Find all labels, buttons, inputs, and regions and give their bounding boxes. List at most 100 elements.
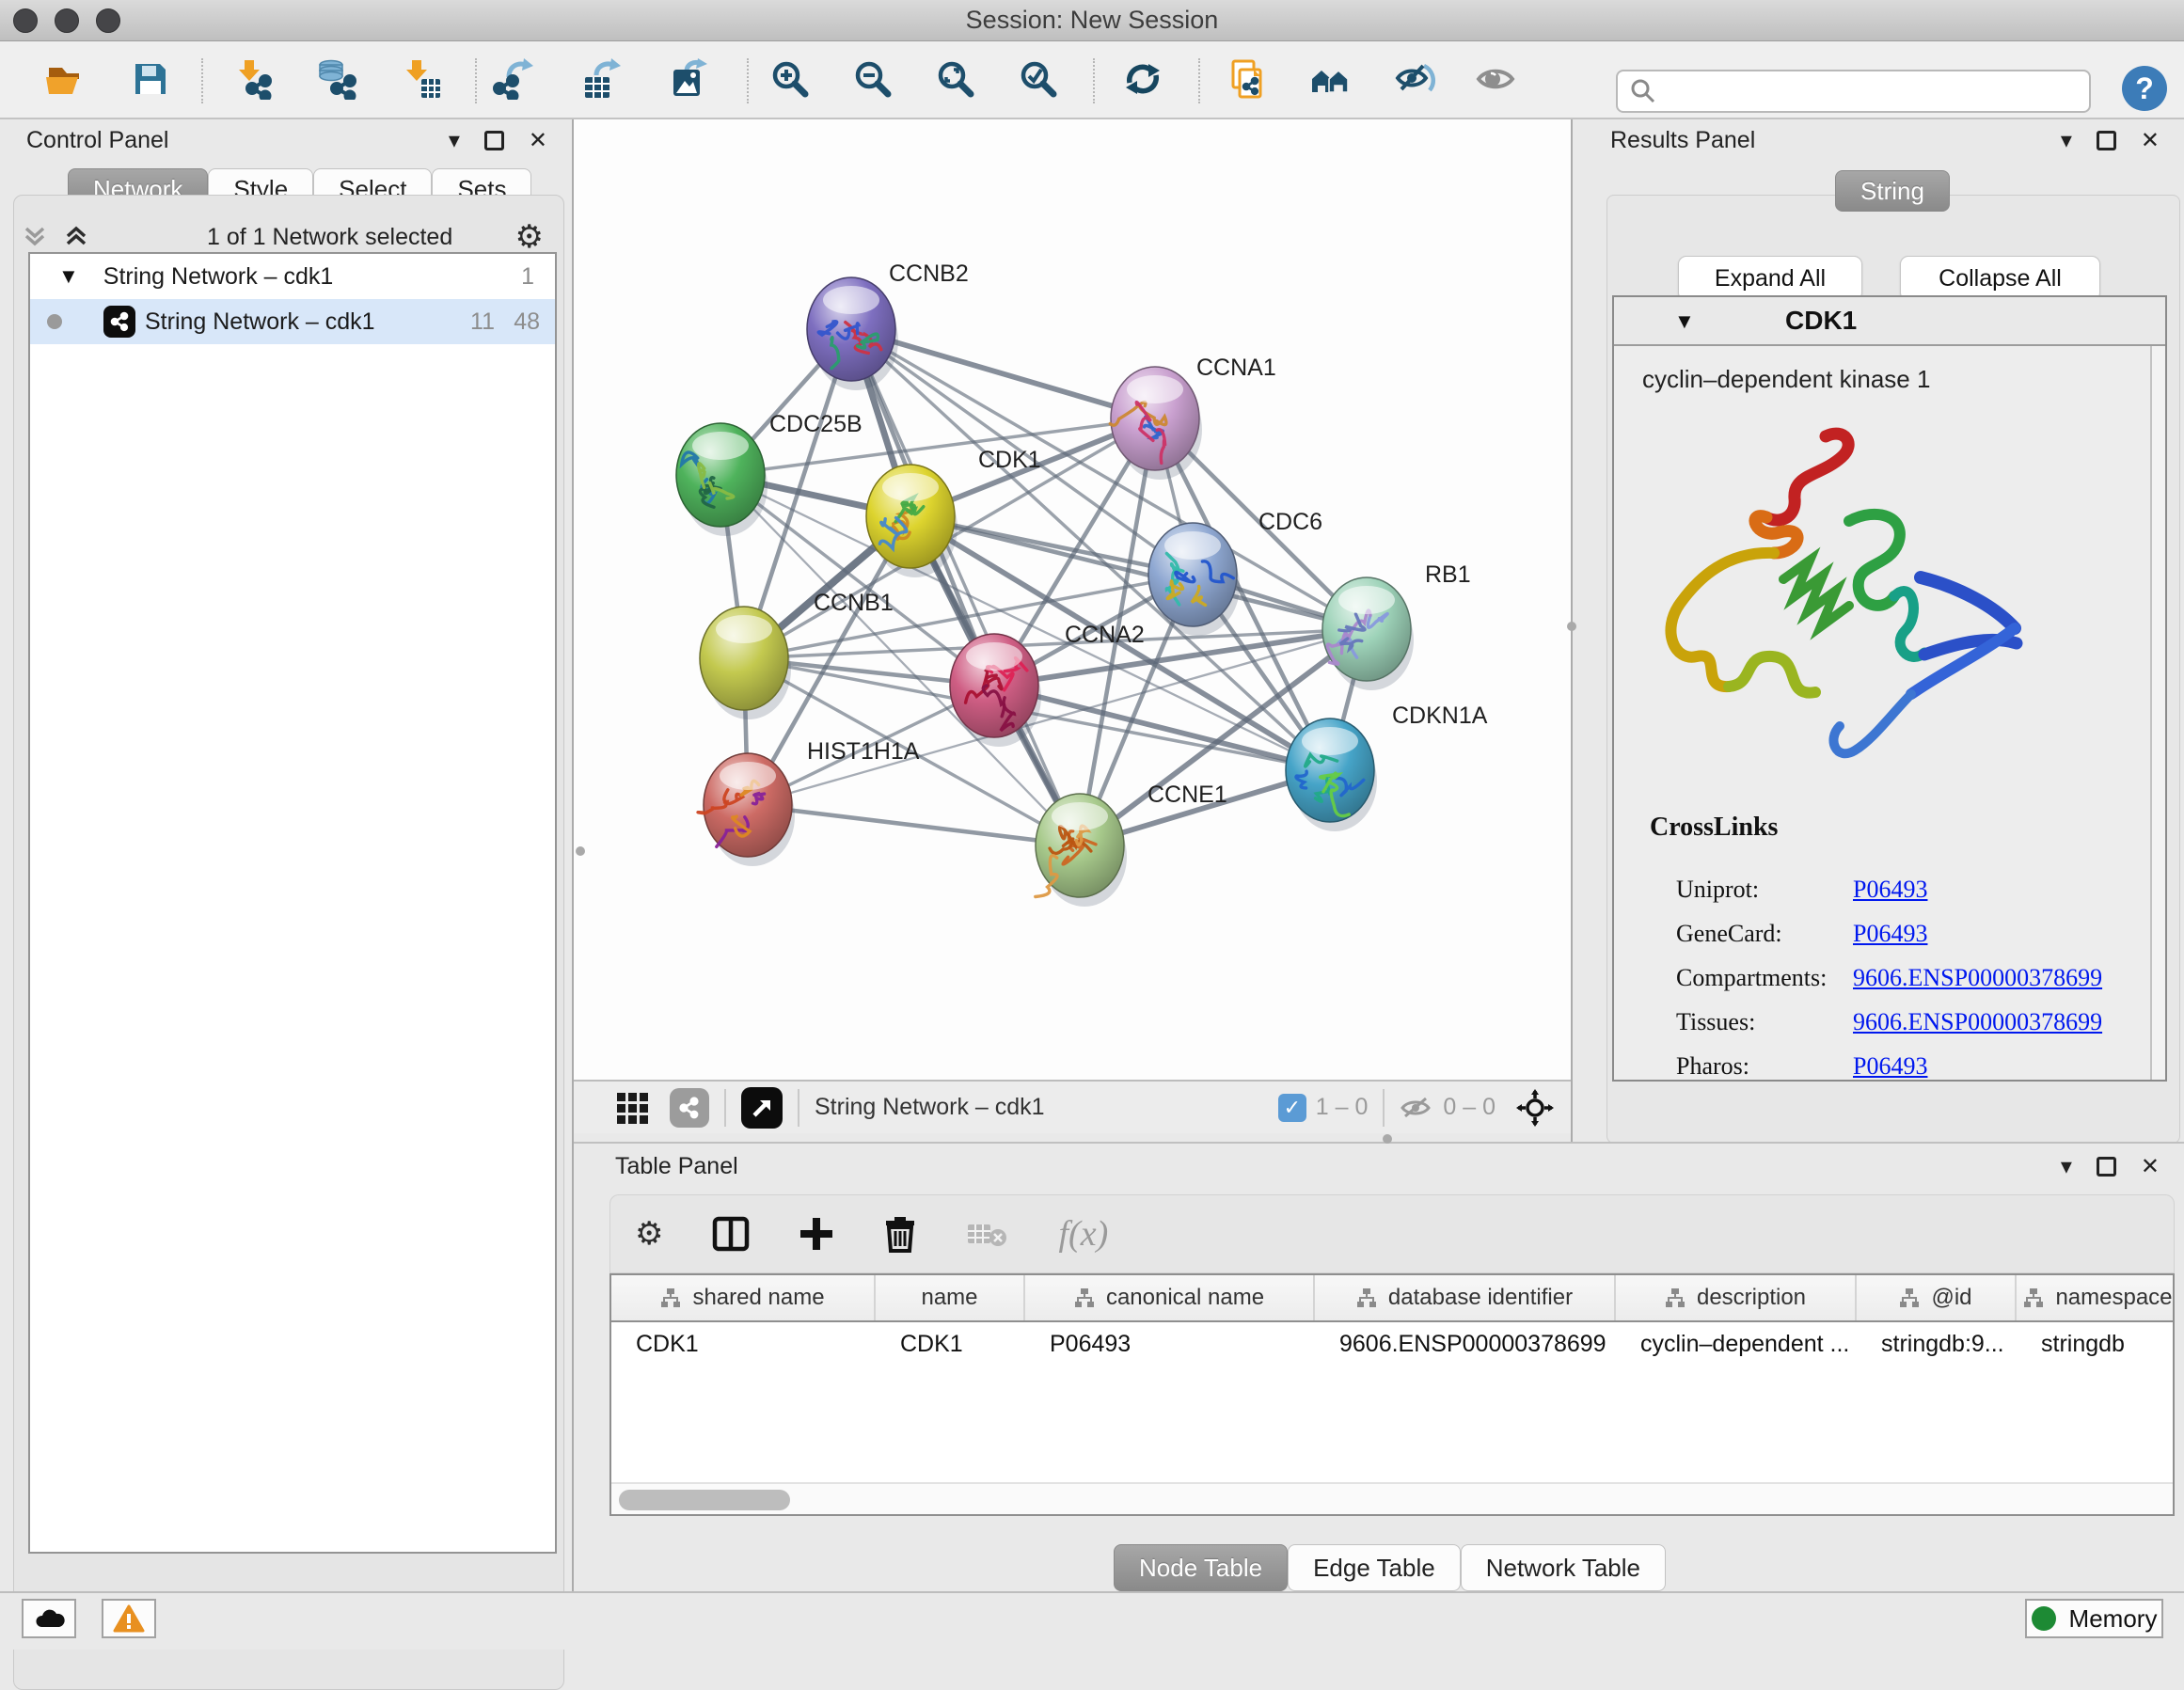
export-network-icon[interactable] bbox=[492, 58, 533, 100]
show-all-icon[interactable] bbox=[1475, 58, 1516, 100]
table-options-gear-icon[interactable]: ⚙ bbox=[635, 1215, 663, 1253]
birds-eye-view-icon[interactable] bbox=[615, 1089, 653, 1127]
node-label-HIST1H1A: HIST1H1A bbox=[807, 738, 920, 765]
add-column-icon[interactable] bbox=[799, 1216, 834, 1252]
scrollbar-thumb[interactable] bbox=[619, 1490, 790, 1510]
expand-all-icon[interactable] bbox=[62, 223, 94, 251]
crosslink-value-link[interactable]: P06493 bbox=[1853, 876, 1927, 904]
network-node-CDKN1A[interactable] bbox=[1286, 719, 1377, 831]
search-box[interactable] bbox=[1616, 70, 2091, 113]
network-node-count: 11 bbox=[450, 308, 495, 336]
network-list: ▼ String Network – cdk1 1 String Network… bbox=[28, 252, 557, 1554]
search-input[interactable] bbox=[1657, 78, 2062, 105]
panel-float-icon[interactable] bbox=[2097, 131, 2116, 150]
zoom-window-button[interactable] bbox=[96, 8, 120, 33]
panel-menu-icon[interactable]: ▾ bbox=[2061, 127, 2072, 154]
collection-caret-icon[interactable]: ▼ bbox=[58, 264, 79, 289]
gene-header-row[interactable]: ▼ CDK1 bbox=[1614, 297, 2165, 346]
network-edge-HIST1H1A-CCNE1[interactable] bbox=[748, 805, 1080, 845]
network-canvas[interactable]: CCNB2CCNA1CDC25BCDK1CDC6RB1CCNB1CCNA2CDK… bbox=[574, 119, 1571, 1080]
column-header-shared-name[interactable]: shared name bbox=[611, 1275, 876, 1320]
memory-status-dot bbox=[2032, 1606, 2056, 1631]
help-icon[interactable]: ? bbox=[2122, 66, 2167, 111]
network-edge-CCNB2-CCNE1[interactable] bbox=[851, 329, 1080, 845]
network-node-CCNE1[interactable] bbox=[1036, 794, 1127, 907]
crosslink-value-link[interactable]: P06493 bbox=[1853, 920, 1927, 948]
panel-menu-icon[interactable]: ▾ bbox=[2061, 1153, 2072, 1180]
column-header-name[interactable]: name bbox=[876, 1275, 1025, 1320]
column-header-canonical-name[interactable]: canonical name bbox=[1025, 1275, 1315, 1320]
cloud-status-button[interactable] bbox=[22, 1599, 76, 1638]
zoom-selected-icon[interactable] bbox=[1018, 58, 1059, 100]
column-header--id[interactable]: @id bbox=[1857, 1275, 2017, 1320]
network-node-HIST1H1A[interactable] bbox=[698, 753, 795, 866]
delete-column-icon[interactable] bbox=[883, 1215, 917, 1253]
crosslink-value-link[interactable]: P06493 bbox=[1853, 1052, 1927, 1081]
hidden-node-edge-counts: 0 – 0 bbox=[1443, 1094, 1496, 1121]
column-header-namespace[interactable]: namespace bbox=[2017, 1275, 2175, 1320]
network-node-CCNA1[interactable] bbox=[1110, 367, 1202, 480]
tab-string[interactable]: String bbox=[1835, 170, 1950, 212]
crosslink-value-link[interactable]: 9606.ENSP00000378699 bbox=[1853, 964, 2102, 992]
zoom-out-icon[interactable] bbox=[852, 58, 894, 100]
import-network-file-icon[interactable] bbox=[233, 58, 275, 100]
panel-close-icon[interactable]: ✕ bbox=[2141, 127, 2160, 154]
panel-float-icon[interactable] bbox=[2097, 1157, 2116, 1177]
table-row[interactable]: CDK1CDK1P064939606.ENSP00000378699cyclin… bbox=[611, 1322, 2173, 1366]
save-session-icon[interactable] bbox=[130, 58, 171, 100]
network-collection-row[interactable]: ▼ String Network – cdk1 1 bbox=[30, 254, 555, 299]
network-overview-icon[interactable] bbox=[670, 1088, 709, 1128]
export-table-icon[interactable] bbox=[581, 58, 623, 100]
network-node-CDK1[interactable] bbox=[866, 465, 957, 577]
zoom-fit-icon[interactable] bbox=[935, 58, 976, 100]
network-node-CDC25B[interactable] bbox=[676, 423, 768, 536]
tab-node-table[interactable]: Node Table bbox=[1114, 1544, 1288, 1591]
network-node-CDC6[interactable] bbox=[1148, 523, 1240, 636]
network-node-CCNB2[interactable] bbox=[807, 277, 898, 390]
network-selection-summary: 1 of 1 Network selected bbox=[207, 224, 452, 251]
close-window-button[interactable] bbox=[13, 8, 38, 33]
network-node-CCNB1[interactable] bbox=[700, 607, 791, 719]
right-splitter-handle[interactable] bbox=[1567, 622, 1576, 631]
open-in-browser-icon[interactable] bbox=[741, 1087, 783, 1129]
panel-close-icon[interactable]: ✕ bbox=[529, 127, 547, 154]
export-image-icon[interactable] bbox=[668, 58, 709, 100]
tab-network-table[interactable]: Network Table bbox=[1461, 1544, 1666, 1591]
zoom-in-icon[interactable] bbox=[769, 58, 811, 100]
duplicate-network-icon[interactable] bbox=[1226, 58, 1267, 100]
warnings-button[interactable] bbox=[102, 1599, 156, 1638]
first-neighbors-icon[interactable] bbox=[1310, 58, 1352, 100]
minimize-window-button[interactable] bbox=[55, 8, 79, 33]
memory-button[interactable]: Memory bbox=[2025, 1599, 2163, 1638]
network-node-CCNA2[interactable] bbox=[950, 634, 1041, 747]
gene-caret-icon[interactable]: ▼ bbox=[1674, 309, 1695, 334]
panel-menu-icon[interactable]: ▾ bbox=[449, 127, 460, 154]
collection-count: 1 bbox=[489, 263, 534, 291]
panel-float-icon[interactable] bbox=[484, 131, 504, 150]
network-options-gear-icon[interactable]: ⚙ bbox=[515, 218, 544, 256]
collapse-all-button[interactable]: Collapse All bbox=[1900, 256, 2100, 301]
import-network-database-icon[interactable] bbox=[316, 58, 357, 100]
expand-all-button[interactable]: Expand All bbox=[1678, 256, 1862, 301]
panel-close-icon[interactable]: ✕ bbox=[2141, 1153, 2160, 1180]
table-horizontal-scrollbar[interactable] bbox=[611, 1482, 2173, 1514]
crosslink-row: GeneCard:P06493 bbox=[1676, 920, 2128, 948]
import-table-file-icon[interactable] bbox=[401, 58, 442, 100]
crosslink-label: Uniprot: bbox=[1676, 876, 1759, 903]
network-node-RB1[interactable] bbox=[1322, 577, 1414, 690]
column-header-description[interactable]: description bbox=[1616, 1275, 1857, 1320]
show-columns-icon[interactable] bbox=[712, 1215, 750, 1253]
selected-checkbox-icon[interactable]: ✓ bbox=[1278, 1094, 1306, 1122]
hide-selected-icon[interactable] bbox=[1395, 58, 1436, 100]
column-header-database-identifier[interactable]: database identifier bbox=[1315, 1275, 1616, 1320]
tab-edge-table[interactable]: Edge Table bbox=[1288, 1544, 1461, 1591]
open-session-icon[interactable] bbox=[43, 58, 85, 100]
horizontal-splitter-handle[interactable] bbox=[1383, 1134, 1392, 1144]
refresh-icon[interactable] bbox=[1122, 58, 1163, 100]
results-scrollbar[interactable] bbox=[2150, 346, 2165, 1080]
collapse-all-icon[interactable] bbox=[23, 223, 55, 251]
left-splitter-handle[interactable] bbox=[576, 846, 585, 856]
network-row[interactable]: String Network – cdk1 11 48 bbox=[30, 299, 555, 344]
fit-content-icon[interactable] bbox=[1516, 1089, 1554, 1127]
crosslink-value-link[interactable]: 9606.ENSP00000378699 bbox=[1853, 1008, 2102, 1036]
